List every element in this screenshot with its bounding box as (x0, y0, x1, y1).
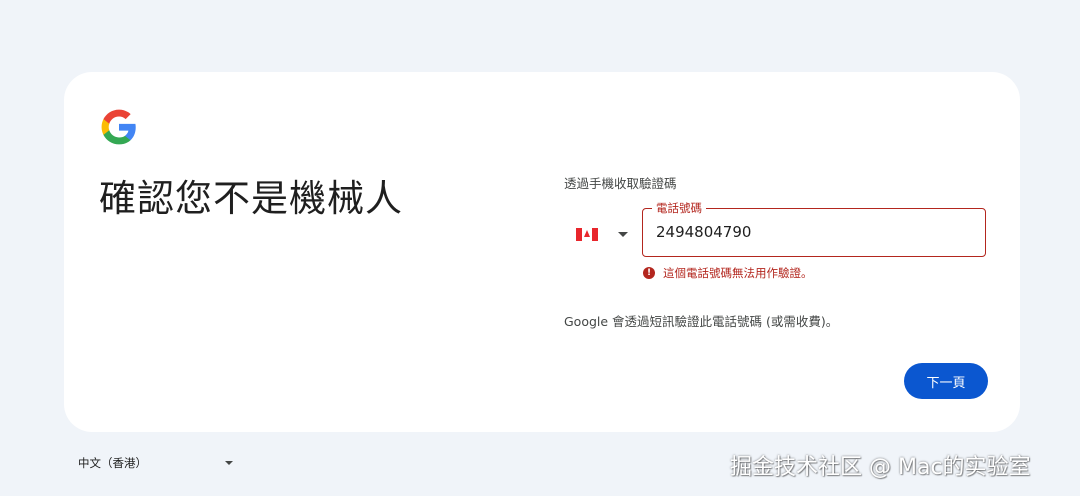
error-message: ! 這個電話號碼無法用作驗證。 (643, 265, 813, 281)
country-code-select[interactable] (576, 222, 630, 246)
sms-info-text: Google 會透過短訊驗證此電話號碼 (或需收費)。 (564, 314, 839, 329)
watermark: 掘金技术社区 @ Mac的实验室 (730, 455, 1031, 480)
caret-down-icon (225, 461, 233, 465)
google-logo-icon (101, 109, 136, 145)
language-label: 中文（香港） (78, 456, 147, 470)
page-title: 確認您不是機械人 (99, 177, 403, 220)
error-text: 這個電話號碼無法用作驗證。 (663, 266, 813, 280)
phone-number-input[interactable] (656, 221, 966, 243)
next-button[interactable]: 下一頁 (904, 363, 988, 399)
section-label: 透過手機收取驗證碼 (564, 176, 677, 191)
phone-number-field: 電話號碼 (642, 200, 986, 257)
error-alert-icon: ! (643, 267, 655, 279)
phone-number-label: 電話號碼 (652, 200, 706, 216)
canada-flag-icon (576, 227, 598, 241)
signin-card: 確認您不是機械人 透過手機收取驗證碼 電話號碼 ! 這個電話號碼無法用作驗證。 … (64, 72, 1020, 432)
language-select[interactable]: 中文（香港） (78, 454, 233, 472)
caret-down-icon (618, 231, 628, 237)
